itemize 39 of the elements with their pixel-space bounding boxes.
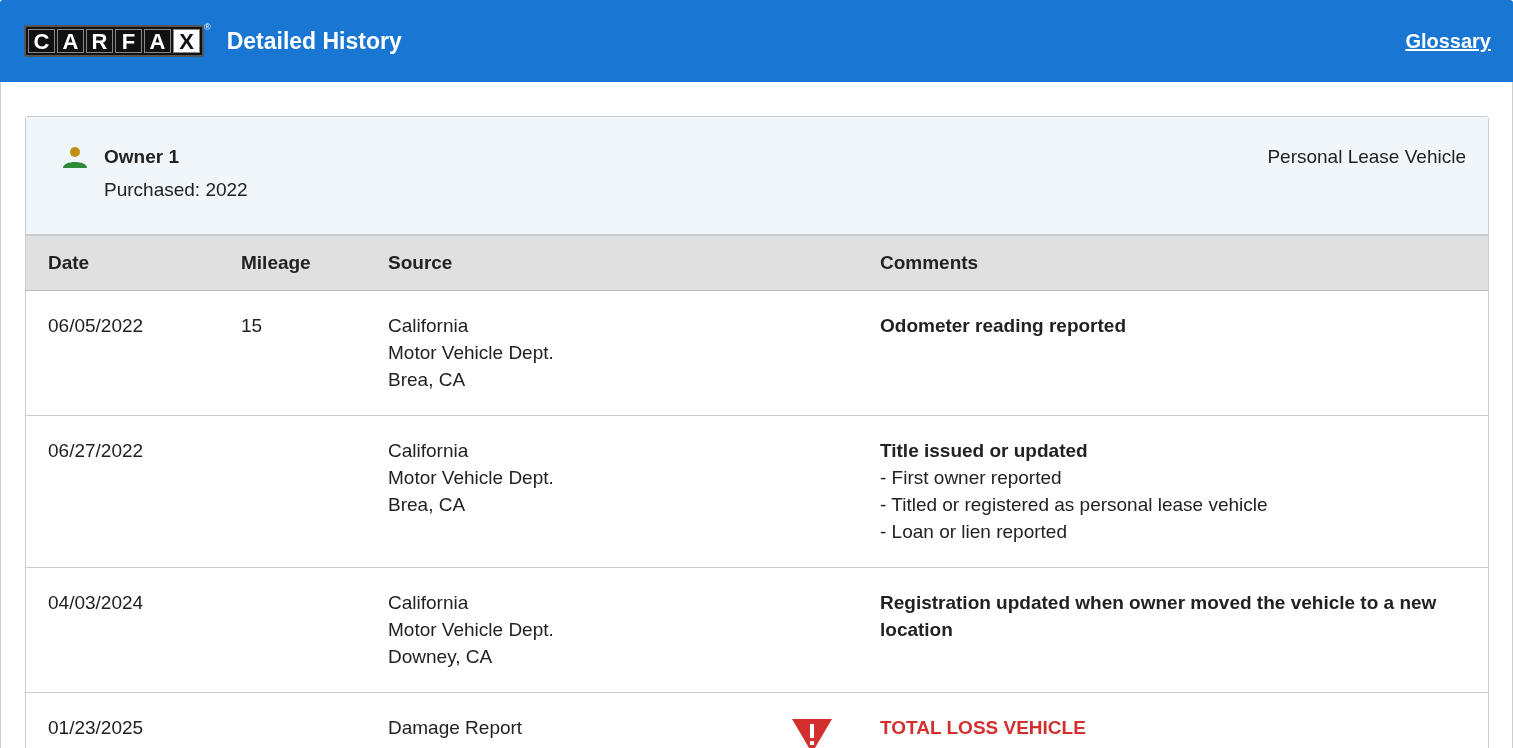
logo-letter: R <box>86 29 113 53</box>
ownership-type: Personal Lease Vehicle <box>1267 145 1466 169</box>
column-header: Source <box>388 250 454 275</box>
logo-letter: A <box>144 29 171 53</box>
source-line: Brea, CA <box>388 493 467 517</box>
comment-title: TOTAL LOSS VEHICLE <box>880 716 1087 740</box>
date-cell: 06/27/2022 <box>48 440 144 461</box>
source-line: California <box>388 314 470 338</box>
mileage-cell: 15 <box>241 315 263 336</box>
comment-title: Odometer reading reported <box>880 314 1127 338</box>
date-cell: 04/03/2024 <box>48 592 144 613</box>
comment-title: Registration updated when owner moved the vehicle to a new location <box>880 591 1438 642</box>
logo-letter: X <box>173 29 200 53</box>
source-line: Downey, CA <box>388 645 494 669</box>
date-cell: 01/23/2025 <box>48 717 144 738</box>
logo-letter: C <box>28 29 55 53</box>
comment-detail: - Loan or lien reported <box>880 520 1068 544</box>
source-line: Brea, CA <box>388 368 467 392</box>
logo-letter: F <box>115 29 142 53</box>
column-header: Comments <box>880 250 980 275</box>
date-cell: 06/05/2022 <box>48 315 144 336</box>
source-line: California <box>388 591 470 615</box>
column-header: Date <box>47 250 91 275</box>
comment-title: Title issued or updated <box>880 439 1089 463</box>
source-line: Motor Vehicle Dept. <box>388 618 555 642</box>
registered-mark: ® <box>204 21 211 34</box>
purchase-date: Purchased: 2022 <box>104 177 248 202</box>
source-line: Motor Vehicle Dept. <box>388 466 555 490</box>
comment-detail: - Titled or registered as personal lease vehicle <box>880 493 1269 517</box>
source-line: California <box>388 439 470 463</box>
column-header: Mileage <box>241 250 312 275</box>
comment-detail: - First owner reported <box>880 466 1063 490</box>
page-title: Detailed History <box>226 26 402 56</box>
source-line: Motor Vehicle Dept. <box>388 341 555 365</box>
person-icon <box>62 146 88 170</box>
logo-letter: A <box>57 29 84 53</box>
owner-name: Owner 1 <box>104 145 180 169</box>
source-line: Damage Report <box>388 716 524 740</box>
glossary-link[interactable]: Glossary <box>1405 26 1491 56</box>
